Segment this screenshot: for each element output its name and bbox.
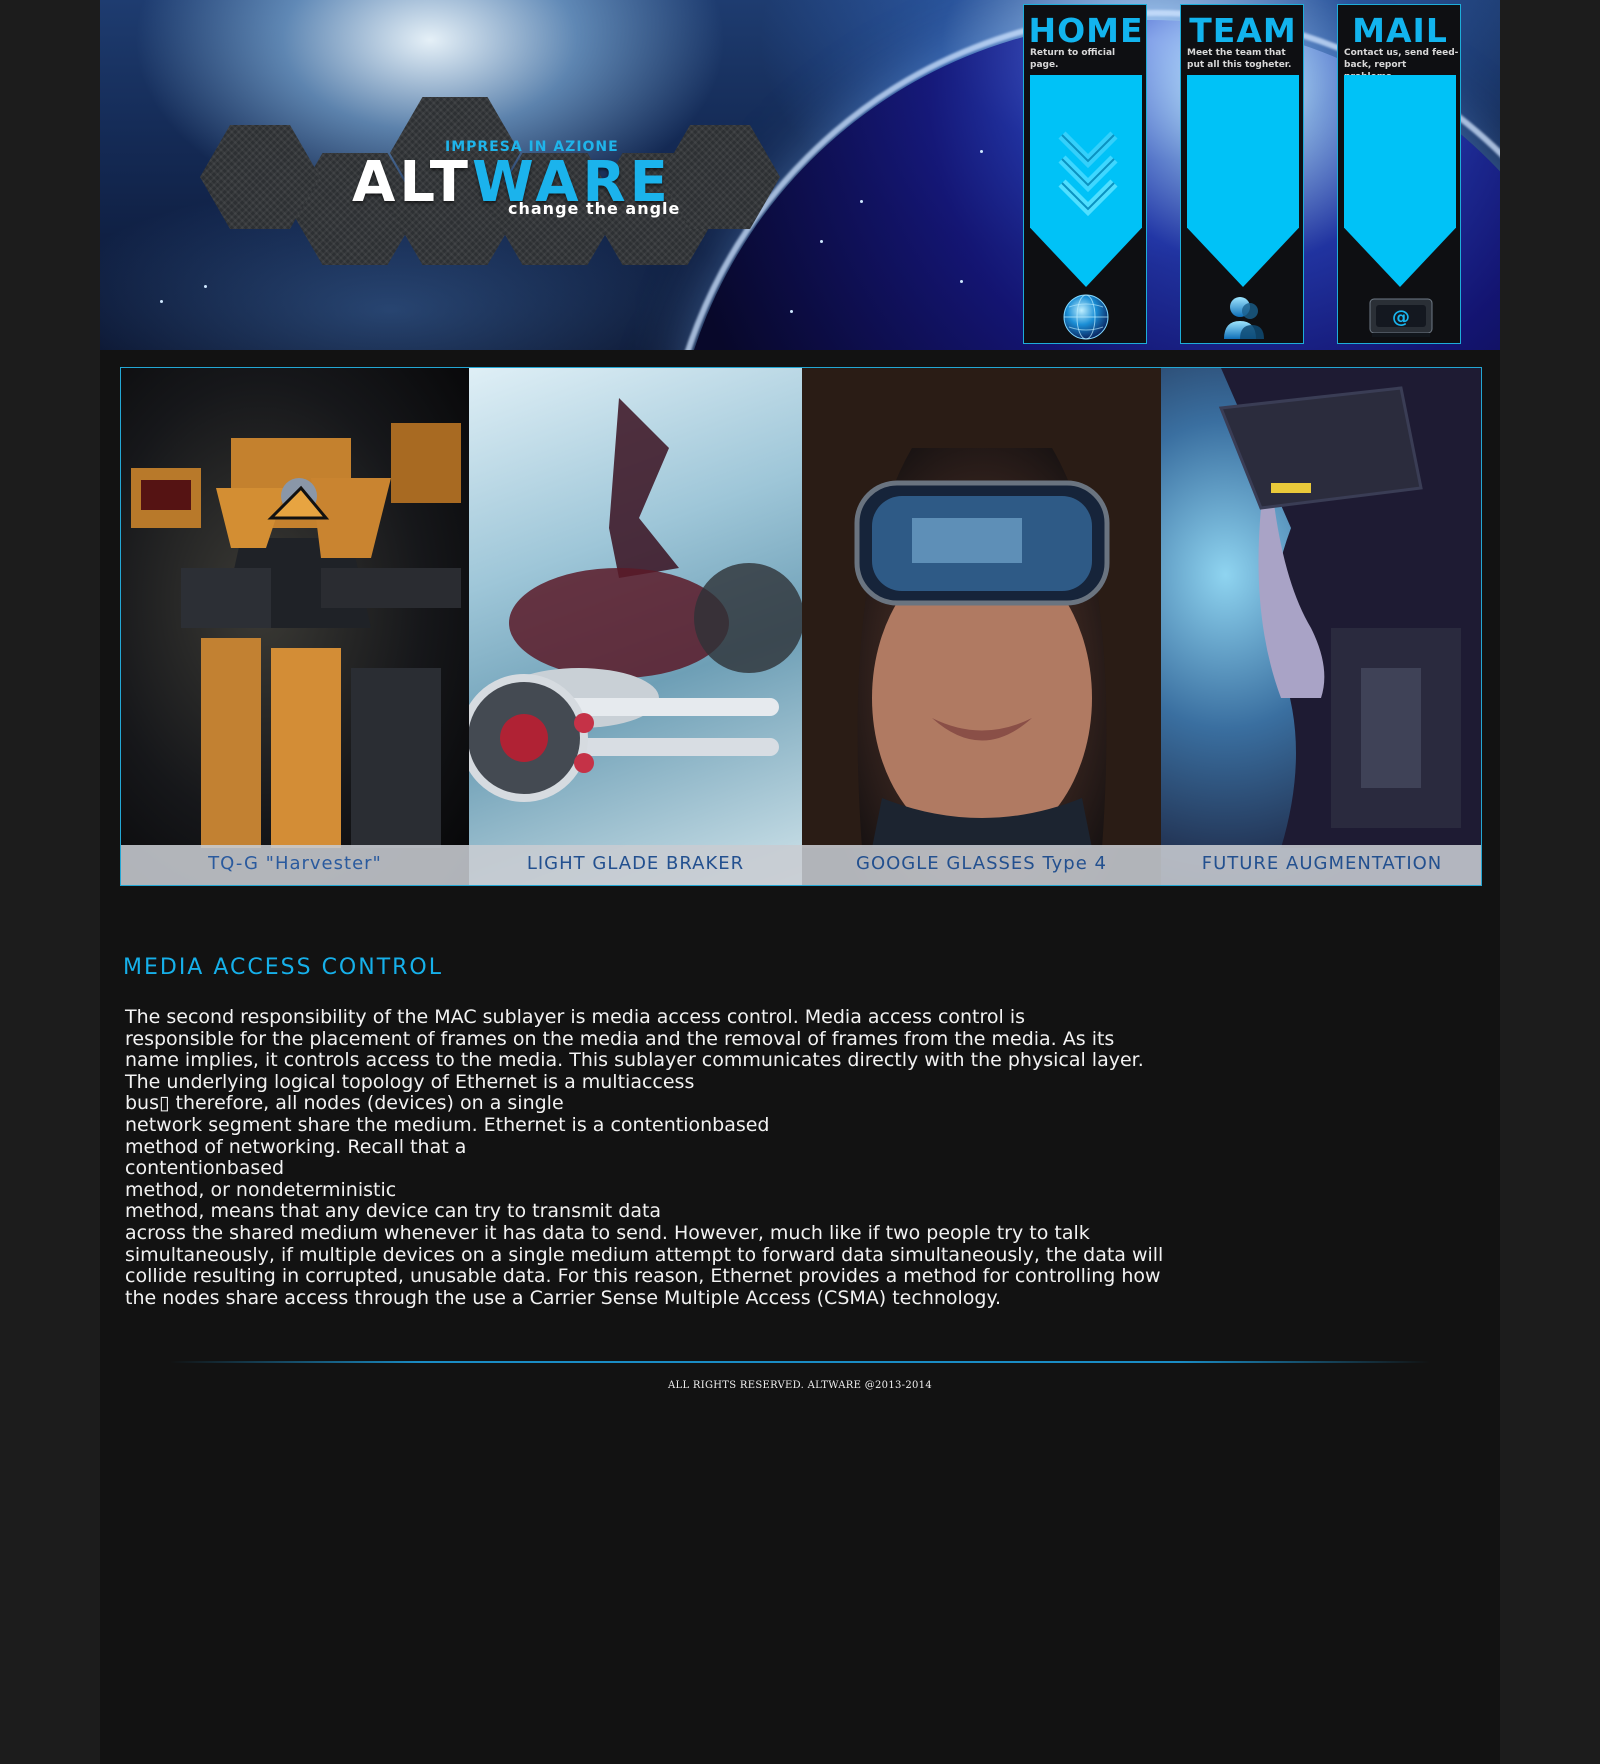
image-slider[interactable]: TQ-G "Harvester" LIGHT GLADE BRAKER GOOG… bbox=[120, 367, 1482, 886]
slide-caption: TQ-G "Harvester" bbox=[121, 845, 469, 885]
logo-slogan: change the angle bbox=[508, 199, 681, 218]
brand-logo[interactable]: IMPRESA IN AZIONE ALTWARE change the ang… bbox=[200, 95, 780, 265]
star bbox=[790, 310, 793, 313]
motorcycle-image bbox=[469, 398, 802, 802]
slide-goggles[interactable]: GOOGLE GLASSES Type 4 bbox=[802, 368, 1161, 885]
nav-home-description: Return to official page. bbox=[1030, 48, 1116, 70]
star bbox=[860, 200, 863, 203]
nav-home[interactable]: HOME Return to official page. bbox=[1023, 4, 1147, 344]
star bbox=[160, 300, 163, 303]
slide-caption: GOOGLE GLASSES Type 4 bbox=[802, 845, 1161, 885]
logo-wordmark-part1: ALT bbox=[352, 150, 472, 215]
nav-mail-arrow-banner bbox=[1344, 75, 1456, 287]
article-body: The second responsibility of the MAC sub… bbox=[125, 1006, 1164, 1309]
slide-caption: FUTURE AUGMENTATION bbox=[1161, 845, 1481, 885]
page: IMPRESA IN AZIONE ALTWARE change the ang… bbox=[100, 0, 1500, 1764]
svg-text:@: @ bbox=[1392, 307, 1410, 328]
article-title: MEDIA ACCESS CONTROL bbox=[123, 955, 443, 980]
chevron-down-icon bbox=[1058, 131, 1118, 217]
globe-icon bbox=[1063, 294, 1109, 340]
slide-caption: LIGHT GLADE BRAKER bbox=[469, 845, 802, 885]
slide-mech[interactable]: TQ-G "Harvester" bbox=[121, 368, 469, 885]
star bbox=[980, 150, 983, 153]
star bbox=[960, 280, 963, 283]
star bbox=[820, 240, 823, 243]
nav-home-arrow-banner bbox=[1030, 75, 1142, 287]
goggles-girl-image bbox=[802, 368, 1161, 848]
slide-bike[interactable]: LIGHT GLADE BRAKER bbox=[469, 368, 802, 885]
augmented-woman-image bbox=[1218, 368, 1481, 848]
nav-mail[interactable]: MAIL Contact us, send feed-back, report … bbox=[1337, 4, 1461, 344]
footer-divider bbox=[170, 1361, 1430, 1363]
footer-copyright: ALL RIGHTS RESERVED. ALTWARE @2013-2014 bbox=[668, 1380, 932, 1391]
header-banner: IMPRESA IN AZIONE ALTWARE change the ang… bbox=[100, 0, 1500, 350]
person-icon bbox=[1224, 297, 1264, 339]
star bbox=[204, 285, 207, 288]
at-sign-icon: @ bbox=[1369, 298, 1433, 337]
nav-team[interactable]: TEAM Meet the team that put all this tog… bbox=[1180, 4, 1304, 344]
slide-augmentation[interactable]: FUTURE AUGMENTATION bbox=[1161, 368, 1481, 885]
nav-team-arrow-banner bbox=[1187, 75, 1299, 287]
nav-team-description: Meet the team that put all this togheter… bbox=[1187, 48, 1292, 70]
mech-image bbox=[131, 423, 461, 848]
